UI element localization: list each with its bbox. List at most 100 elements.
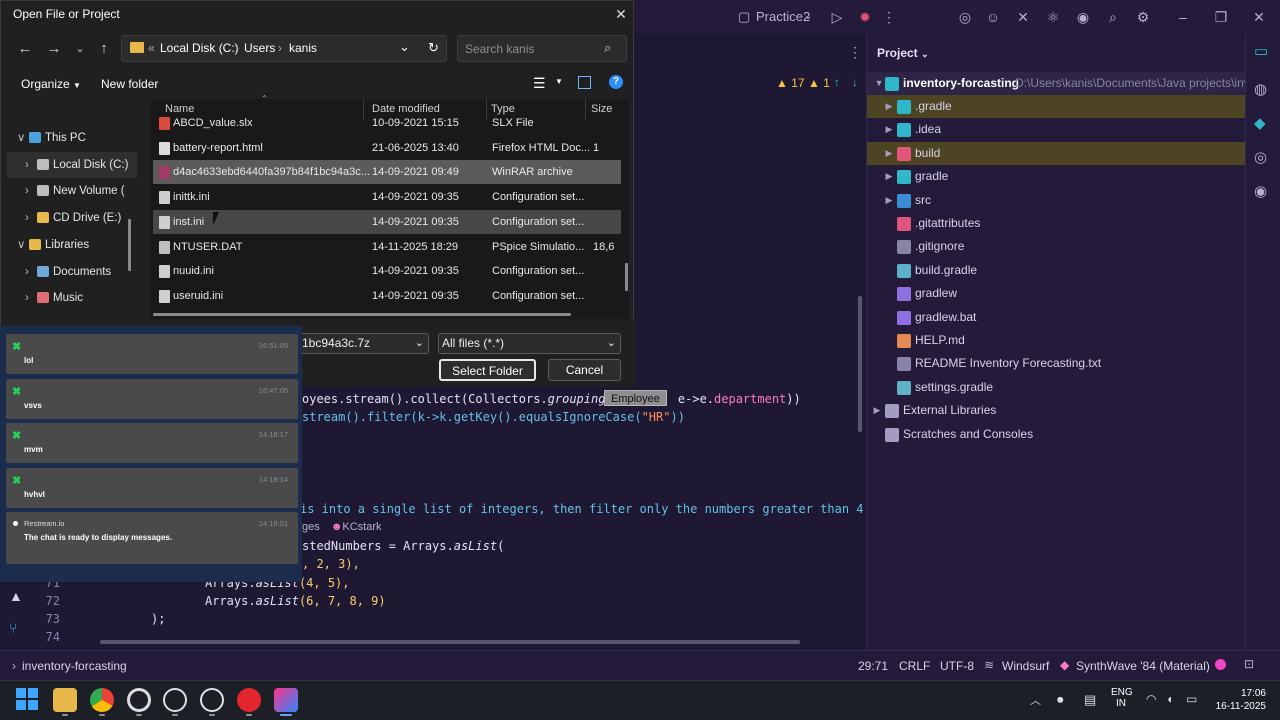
file-row[interactable]: NTUSER.DAT 14-11-2025 18:29 PSpice Simulat… xyxy=(153,235,621,259)
windows-start-icon[interactable] xyxy=(16,688,38,710)
organize-menu[interactable]: Organize ▼ xyxy=(21,77,81,91)
chevron-right-icon[interactable]: › xyxy=(25,205,29,231)
chevron-right-icon[interactable]: › xyxy=(25,152,29,178)
nav-item[interactable]: › Local Disk (C:) xyxy=(7,151,137,178)
run-icon[interactable]: ▷ xyxy=(828,8,846,26)
nav-item[interactable]: › New Volume ( xyxy=(7,178,137,204)
nav-item[interactable]: › CD Drive (E:) xyxy=(7,205,137,231)
view-options-icon[interactable]: ☰ xyxy=(533,75,546,92)
nav-scrollbar[interactable] xyxy=(128,219,131,271)
show-hidden-icons-icon[interactable]: ︿ xyxy=(1030,692,1041,708)
media-player-icon[interactable] xyxy=(237,688,261,712)
chevron-right-icon[interactable]: ▶ xyxy=(883,142,895,165)
chrome-icon[interactable] xyxy=(90,688,114,712)
language-indicator[interactable]: ENG IN xyxy=(1111,687,1133,709)
streaming-app-icon[interactable] xyxy=(163,688,187,712)
tree-root[interactable]: ▼ inventory-forcasting D:\Users\kanis\Do… xyxy=(867,72,1273,95)
tree-item[interactable]: gradlew.bat xyxy=(867,306,1246,329)
nav-item[interactable]: ∨ This PC xyxy=(7,125,137,151)
forward-icon[interactable]: → xyxy=(44,39,64,59)
recent-locations-icon[interactable]: ⌄ xyxy=(70,39,90,59)
debug-icon[interactable]: ✹ xyxy=(856,8,874,26)
alert-count[interactable]: ▲ 1 xyxy=(808,76,830,90)
settings-icon[interactable]: ⚙ xyxy=(1134,8,1152,26)
new-folder-button[interactable]: New folder xyxy=(101,77,158,91)
dot-icon[interactable]: ◉ xyxy=(1074,8,1092,26)
nav-item[interactable]: › Documents xyxy=(7,259,137,285)
people-icon[interactable]: ☺ xyxy=(984,8,1002,26)
status-position[interactable]: 29:71 xyxy=(858,659,888,673)
nav-item[interactable]: › Music xyxy=(7,285,137,311)
file-row[interactable]: ABCD_value.slx 10-09-2021 15:15 SLX File xyxy=(153,111,621,135)
chevron-right-icon[interactable]: ▶ xyxy=(883,189,895,212)
clock[interactable]: 17:06 16-11-2025 xyxy=(1210,687,1266,713)
breadcrumb-overflow[interactable]: « xyxy=(148,41,155,55)
restore-icon[interactable]: ❐ xyxy=(1212,8,1230,26)
up-icon[interactable]: ↑ xyxy=(94,39,114,59)
tree-item[interactable]: build.gradle xyxy=(867,259,1246,282)
breadcrumb-item[interactable]: Local Disk (C:) xyxy=(160,41,239,55)
file-row[interactable]: battery-report.html 21-06-2025 13:40 Firef… xyxy=(153,136,621,160)
chevron-down-icon[interactable]: ⌄ xyxy=(399,39,410,55)
tree-item[interactable]: ▶ build xyxy=(867,141,1246,165)
tree-item[interactable]: HELP.md xyxy=(867,329,1246,352)
tree-item[interactable]: ▶ .idea xyxy=(867,118,1246,141)
wifi-icon[interactable]: ◠ xyxy=(1146,692,1156,706)
nav-item[interactable]: ∨ Libraries xyxy=(7,232,137,258)
chevron-right-icon[interactable]: › xyxy=(25,259,29,285)
chevron-right-icon[interactable]: ▶ xyxy=(883,165,895,188)
search-icon[interactable]: ⌕ xyxy=(604,40,611,56)
chevron-down-icon[interactable]: ∨ xyxy=(17,125,25,151)
notifications-icon[interactable]: ▲ xyxy=(9,588,23,604)
file-row[interactable]: d4ac4633ebd6440fa397b84f1bc94a3c... 14-09… xyxy=(153,160,621,185)
select-folder-button[interactable]: Select Folder xyxy=(439,359,536,381)
keyboard-icon[interactable]: ▤ xyxy=(1084,692,1096,708)
project-panel-title[interactable]: Project ⌄ xyxy=(877,46,929,60)
gradle-icon[interactable]: ◆ xyxy=(1254,114,1266,132)
obs-icon[interactable] xyxy=(127,688,151,712)
file-explorer-icon[interactable] xyxy=(53,688,77,712)
tree-item[interactable]: ▶ External Libraries xyxy=(867,399,1246,422)
more-icon[interactable]: ⋮ xyxy=(880,8,898,26)
dropdown-arrow-icon[interactable]: ▼ xyxy=(555,77,563,86)
cancel-button[interactable]: Cancel xyxy=(548,359,621,381)
file-horizontal-scrollbar[interactable] xyxy=(153,313,571,316)
filetype-select[interactable]: All files (*.*) ⌄ xyxy=(438,333,621,354)
ai-chat-icon[interactable]: ◍ xyxy=(1254,80,1267,98)
refresh-icon[interactable]: ↻ xyxy=(428,40,439,56)
minimize-icon[interactable]: – xyxy=(1174,8,1192,26)
git-icon[interactable]: ⑂ xyxy=(9,620,17,636)
tree-item[interactable]: settings.gradle xyxy=(867,376,1246,399)
monitor-icon[interactable]: ▭ xyxy=(1254,42,1268,60)
address-bar[interactable]: « Local Disk (C:) › Users › kanis ⌄ ↻ xyxy=(121,35,447,62)
tree-item[interactable]: ▶ .gradle xyxy=(867,95,1246,118)
more-vertical-icon[interactable]: ⋮ xyxy=(848,44,862,61)
file-vertical-scrollbar[interactable] xyxy=(625,263,628,291)
windsurf-icon[interactable]: ◉ xyxy=(1254,182,1267,200)
status-plugin[interactable]: Windsurf xyxy=(1002,659,1049,673)
file-row[interactable]: inittk.ini 14-09-2021 09:35 Configuration … xyxy=(153,185,621,209)
chevron-right-icon[interactable]: ▶ xyxy=(871,399,883,422)
prev-highlight-icon[interactable]: ↑ xyxy=(834,75,840,89)
tree-item[interactable]: ▶ gradle xyxy=(867,165,1246,188)
file-row[interactable]: useruid.ini 14-09-2021 09:35 Configuration… xyxy=(153,284,621,308)
project-switch-icon[interactable]: ▢ xyxy=(738,0,750,34)
warning-count[interactable]: ▲ 17 xyxy=(776,76,805,90)
breadcrumb-item[interactable]: kanis xyxy=(289,41,317,55)
atom-icon[interactable]: ⚛ xyxy=(1044,8,1062,26)
breadcrumb-item[interactable]: Users xyxy=(244,41,275,55)
tree-item[interactable]: .gitignore xyxy=(867,235,1246,258)
project-dropdown[interactable]: Practice2 xyxy=(756,0,810,34)
close-window-icon[interactable]: ✕ xyxy=(1250,8,1268,26)
back-icon[interactable]: ← xyxy=(15,39,35,59)
next-highlight-icon[interactable]: ↓ xyxy=(852,75,858,89)
intellij-icon[interactable] xyxy=(274,688,298,712)
tree-item[interactable]: README Inventory Forecasting.txt xyxy=(867,352,1246,375)
usages-hint[interactable]: ges ☻KCstark xyxy=(302,521,382,533)
battery-icon[interactable]: ▭ xyxy=(1186,692,1197,706)
tree-item[interactable]: Scratches and Consoles xyxy=(867,423,1246,446)
filename-input[interactable]: 1bc94a3c.7z ⌄ xyxy=(299,333,429,354)
file-row[interactable]: nuuid.ini 14-09-2021 09:35 Configuration s… xyxy=(153,259,621,283)
chevron-right-icon[interactable]: › xyxy=(25,178,29,204)
chevron-right-icon[interactable]: ▶ xyxy=(883,118,895,141)
